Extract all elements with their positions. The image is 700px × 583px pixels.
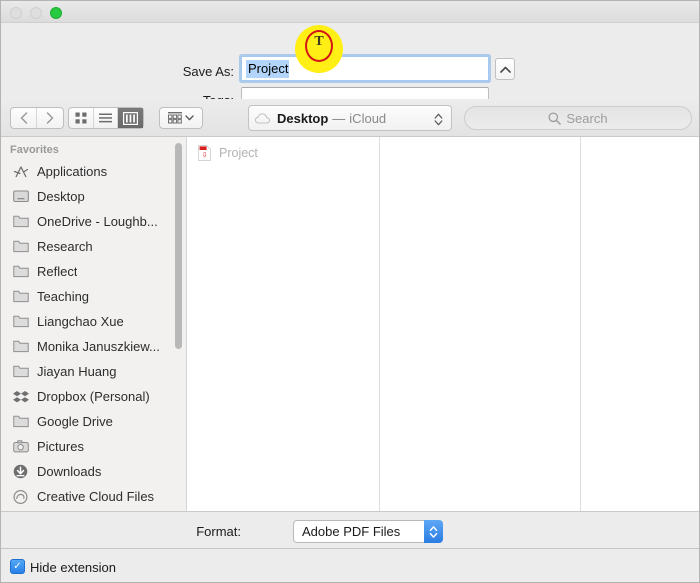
downloads-icon — [12, 464, 29, 479]
sidebar-item-label: Liangchao Xue — [37, 314, 124, 329]
title-bar — [1, 1, 699, 23]
cloud-icon — [255, 112, 271, 124]
search-icon — [548, 111, 562, 125]
list-icon — [99, 113, 112, 122]
sidebar-item-label: Pictures — [37, 439, 84, 454]
sidebar-item-label: Dropbox (Personal) — [37, 389, 150, 404]
dialog-footer: ✓ Hide extension New Folder Cancel Save — [1, 549, 699, 582]
sidebar-item-applications[interactable]: Applications — [1, 159, 186, 184]
dialog-body: Favorites Applications Desktop OneDrive … — [1, 137, 699, 511]
path-name: Desktop — [277, 110, 329, 126]
sidebar-item-jiayan-huang[interactable]: Jiayan Huang — [1, 359, 186, 384]
column-view-button[interactable] — [118, 108, 143, 128]
sidebar-item-label: Teaching — [37, 289, 90, 304]
pdf-file-icon: ⇩ — [196, 144, 213, 161]
creative-cloud-icon — [12, 489, 29, 504]
file-browser-column-1[interactable]: ⇩ Project — [188, 137, 573, 511]
applications-icon — [12, 164, 29, 179]
path-location-dropdown[interactable]: Desktop — iCloud — [248, 105, 452, 131]
sidebar-item-label: Research — [37, 239, 93, 254]
sidebar-item-liangchao-xue[interactable]: Liangchao Xue — [1, 309, 186, 334]
chevron-right-icon — [46, 112, 54, 124]
svg-text:⇩: ⇩ — [202, 151, 208, 159]
save-as-value: Project — [246, 59, 290, 78]
sidebar-item-label: Reflect — [37, 264, 78, 279]
folder-icon — [12, 339, 29, 354]
sidebar-item-monika-januszkiewicz[interactable]: Monika Januszkiew... — [1, 334, 186, 359]
sidebar-item-label: Google Drive — [37, 414, 113, 429]
format-bar: Format: Adobe PDF Files — [1, 511, 699, 549]
save-dialog-window: Save As: Project Tags: T — [0, 0, 700, 583]
sidebar-scrollbar[interactable] — [175, 143, 182, 349]
navigation-buttons — [10, 107, 64, 129]
folder-icon — [12, 364, 29, 379]
sidebar-item-desktop[interactable]: Desktop — [1, 184, 186, 209]
group-items-icon — [168, 112, 182, 124]
save-dialog-header: Save As: Project Tags: — [1, 23, 699, 110]
save-as-label: Save As: — [182, 64, 234, 79]
sidebar-item-downloads[interactable]: Downloads — [1, 459, 186, 484]
columns-icon — [123, 111, 139, 125]
updown-arrows-icon — [424, 520, 443, 543]
sidebar-item-pictures[interactable]: Pictures — [1, 434, 186, 459]
file-name: Project — [219, 145, 258, 160]
sidebar-item-label: Monika Januszkiew... — [37, 339, 160, 354]
dropbox-icon — [12, 389, 29, 404]
sidebar-item-label: OneDrive - Loughb... — [37, 214, 158, 229]
forward-button[interactable] — [37, 108, 63, 128]
sidebar-item-label: Applications — [37, 164, 108, 179]
file-browser-column-3[interactable] — [582, 137, 699, 511]
view-mode-buttons — [68, 107, 144, 129]
sidebar-item-label: Creative Cloud Files — [37, 489, 155, 504]
close-button[interactable] — [10, 7, 22, 19]
sidebar-item-label: Downloads — [37, 464, 102, 479]
folder-icon — [12, 239, 29, 254]
search-placeholder: Search — [566, 110, 608, 126]
sidebar-section-favorites: Favorites — [10, 144, 59, 156]
icon-view-button[interactable] — [69, 108, 94, 128]
group-items-button[interactable] — [159, 107, 203, 129]
chevron-left-icon — [20, 112, 27, 124]
format-dropdown[interactable]: Adobe PDF Files — [293, 520, 443, 543]
hide-extension-label[interactable]: Hide extension — [30, 560, 116, 575]
sidebar-item-research[interactable]: Research — [1, 234, 186, 259]
format-value: Adobe PDF Files — [302, 524, 401, 539]
folder-icon — [12, 289, 29, 304]
folder-icon — [12, 414, 29, 429]
sidebar-item-teaching[interactable]: Teaching — [1, 284, 186, 309]
path-suffix: iCloud — [349, 110, 387, 126]
sidebar: Favorites Applications Desktop OneDrive … — [1, 137, 187, 511]
grid-icon — [75, 112, 87, 124]
folder-icon — [12, 314, 29, 329]
finder-toolbar: Desktop — iCloud Search — [1, 99, 699, 137]
sidebar-item-creative-cloud-files[interactable]: Creative Cloud Files — [1, 484, 186, 509]
folder-icon — [12, 264, 29, 279]
list-view-button[interactable] — [94, 108, 119, 128]
format-label: Format: — [196, 524, 241, 539]
file-browser-column-2[interactable] — [381, 137, 581, 511]
hide-extension-checkbox[interactable]: ✓ — [10, 559, 25, 574]
zoom-button[interactable] — [50, 7, 62, 19]
back-button[interactable] — [11, 108, 38, 128]
sidebar-item-label: Desktop — [37, 189, 85, 204]
minimize-button[interactable] — [30, 7, 42, 19]
sidebar-item-onedrive[interactable]: OneDrive - Loughb... — [1, 209, 186, 234]
search-input[interactable]: Search — [464, 106, 692, 130]
updown-arrows-icon — [434, 113, 443, 126]
chevron-down-icon — [185, 115, 194, 121]
expand-collapse-button[interactable] — [495, 58, 515, 80]
desktop-icon — [12, 189, 29, 204]
path-separator: — — [332, 110, 346, 126]
sidebar-item-reflect[interactable]: Reflect — [1, 259, 186, 284]
sidebar-item-google-drive[interactable]: Google Drive — [1, 409, 186, 434]
folder-icon — [12, 214, 29, 229]
pictures-icon — [12, 439, 29, 454]
list-item[interactable]: ⇩ Project — [188, 142, 379, 163]
sidebar-item-label: Jiayan Huang — [37, 364, 117, 379]
sidebar-item-dropbox-personal[interactable]: Dropbox (Personal) — [1, 384, 186, 409]
save-as-input[interactable]: Project — [241, 56, 489, 81]
chevron-up-icon — [499, 66, 511, 73]
